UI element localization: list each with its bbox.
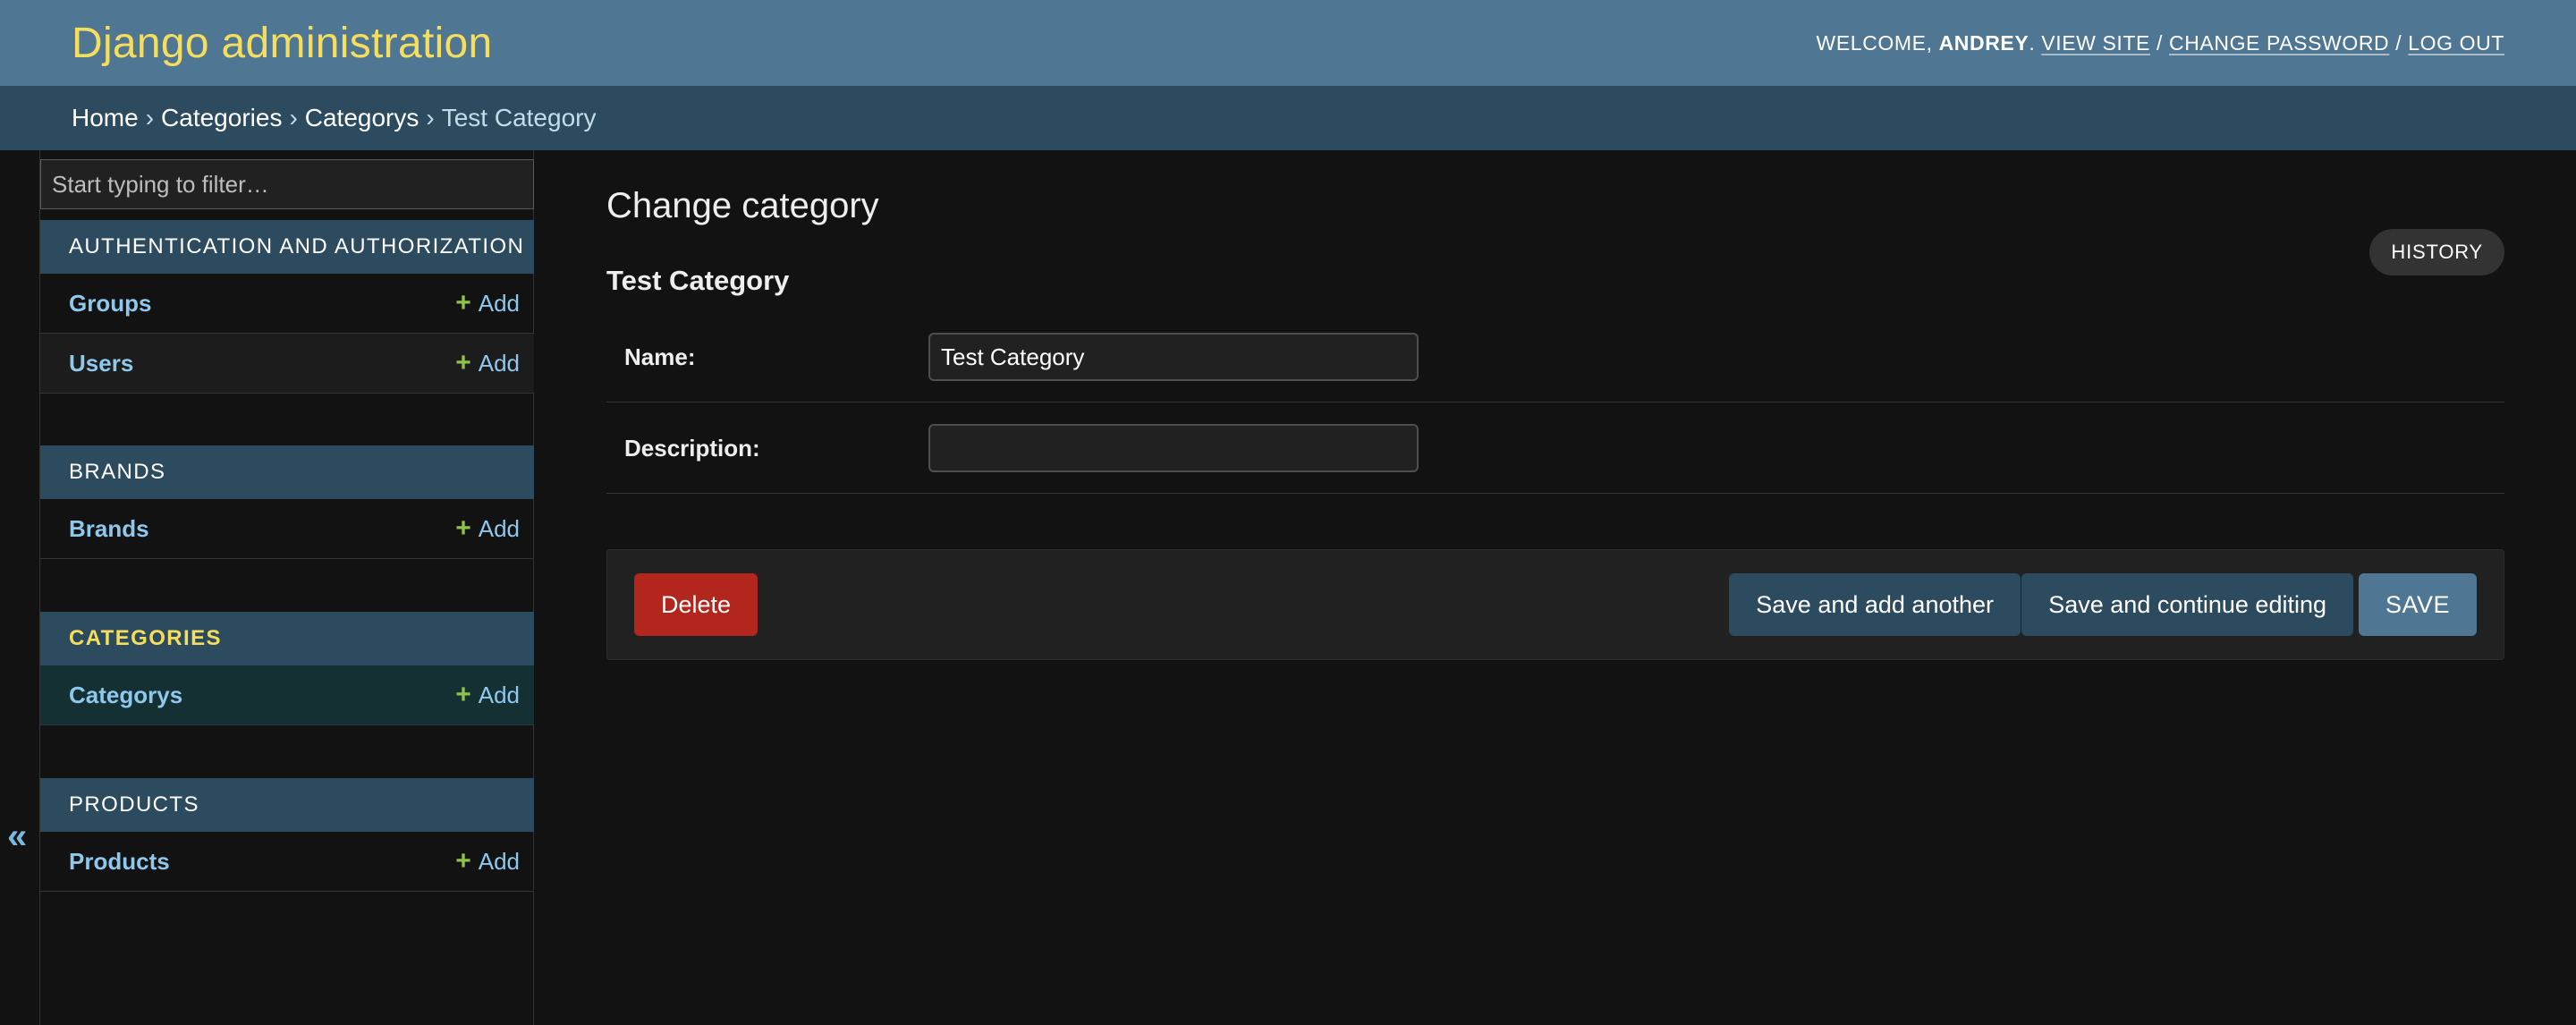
nav-filter-input[interactable] — [40, 159, 534, 209]
breadcrumb-separator: › — [289, 104, 298, 131]
breadcrumb-separator: › — [426, 104, 435, 131]
toggle-nav-sidebar-button[interactable]: « — [7, 817, 27, 857]
add-categorys-link[interactable]: + Add — [455, 682, 520, 709]
add-products-link[interactable]: + Add — [455, 848, 520, 876]
app-caption-auth[interactable]: Authentication and Authorization — [40, 220, 534, 274]
model-link-users[interactable]: Users — [69, 350, 133, 377]
model-row-groups: Groups + Add — [40, 274, 534, 334]
form-row-name: Name: — [606, 311, 2504, 402]
description-input[interactable] — [928, 424, 1419, 472]
user-tools: WELCOME, ANDREY. VIEW SITE / CHANGE PASS… — [1816, 30, 2504, 55]
add-label: Add — [478, 349, 520, 377]
description-label: Description: — [624, 434, 760, 462]
model-link-brands[interactable]: Brands — [69, 515, 149, 543]
breadcrumb-current: Test Category — [441, 104, 597, 131]
breadcrumb: Home › Categories › Categorys › Test Cat… — [0, 86, 2576, 150]
breadcrumb-categories-app[interactable]: Categories — [161, 104, 282, 132]
add-label: Add — [478, 681, 520, 708]
add-label: Add — [478, 514, 520, 542]
nav-sidebar: Authentication and Authorization Groups … — [40, 150, 534, 1025]
app-caption-products[interactable]: Products — [40, 778, 534, 832]
history-button[interactable]: History — [2369, 229, 2504, 275]
change-password-link[interactable]: CHANGE PASSWORD — [2169, 31, 2389, 55]
plus-icon: + — [455, 288, 471, 318]
add-users-link[interactable]: + Add — [455, 350, 520, 377]
form-row-description: Description: — [606, 402, 2504, 494]
breadcrumb-home[interactable]: Home — [72, 104, 139, 132]
add-label: Add — [478, 847, 520, 875]
nav-sidebar-toggle-column: « — [0, 150, 40, 1025]
plus-icon: + — [455, 513, 471, 543]
delete-button[interactable]: Delete — [634, 573, 758, 636]
model-row-users: Users + Add — [40, 334, 534, 394]
app-module-products: Products Products + Add — [40, 778, 534, 892]
add-brands-link[interactable]: + Add — [455, 515, 520, 543]
submit-row: Delete Save and add another Save and con… — [606, 549, 2504, 660]
model-row-categorys: Categorys + Add — [40, 665, 534, 725]
add-groups-link[interactable]: + Add — [455, 290, 520, 318]
save-and-add-another-button[interactable]: Save and add another — [1729, 573, 2021, 636]
log-out-link[interactable]: LOG OUT — [2408, 31, 2504, 55]
plus-icon: + — [455, 846, 471, 876]
breadcrumb-separator: › — [145, 104, 155, 131]
welcome-text: WELCOME, — [1816, 30, 1933, 55]
view-site-link[interactable]: VIEW SITE — [2041, 31, 2150, 55]
model-link-products[interactable]: Products — [69, 848, 170, 876]
app-module-auth: Authentication and Authorization Groups … — [40, 220, 534, 394]
separator: / — [2395, 30, 2402, 55]
site-branding[interactable]: Django administration — [72, 19, 493, 68]
model-link-groups[interactable]: Groups — [69, 290, 151, 318]
username: ANDREY — [1938, 30, 2029, 55]
model-link-categorys[interactable]: Categorys — [69, 682, 182, 709]
model-row-brands: Brands + Add — [40, 499, 534, 559]
add-label: Add — [478, 289, 520, 317]
app-caption-brands[interactable]: Brands — [40, 445, 534, 499]
app-module-categories: Categories Categorys + Add — [40, 612, 534, 725]
plus-icon: + — [455, 348, 471, 377]
model-row-products: Products + Add — [40, 832, 534, 892]
name-input[interactable] — [928, 333, 1419, 381]
app-caption-categories[interactable]: Categories — [40, 612, 534, 665]
app-module-brands: Brands Brands + Add — [40, 445, 534, 559]
save-and-continue-button[interactable]: Save and continue editing — [2021, 573, 2353, 636]
object-title: Test Category — [606, 265, 790, 296]
save-button[interactable]: SAVE — [2358, 573, 2477, 636]
page-title: Change category — [606, 186, 879, 225]
header: Django administration WELCOME, ANDREY. V… — [0, 0, 2576, 86]
name-label: Name: — [624, 343, 696, 370]
separator: / — [2157, 30, 2163, 55]
main-content: Change category History Test Category Na… — [606, 150, 2504, 1025]
breadcrumb-categorys-model[interactable]: Categorys — [305, 104, 419, 132]
plus-icon: + — [455, 680, 471, 709]
